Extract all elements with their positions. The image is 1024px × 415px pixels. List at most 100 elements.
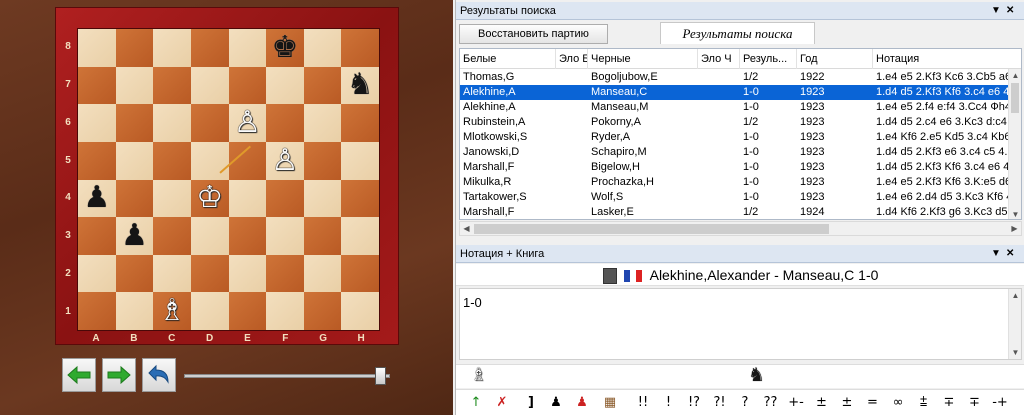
notation-text-area[interactable]: 1-0 ▲ ▼ [459,288,1022,360]
black-pawn-icon[interactable]: ♟ [548,393,564,413]
notation-scrollbar[interactable]: ▲ ▼ [1008,289,1021,359]
annotation-symbol-button[interactable]: ± [836,393,858,413]
square-b3[interactable]: ♟ [115,217,154,255]
square-g2[interactable] [303,254,342,293]
square-b5[interactable] [115,141,154,180]
restore-game-button[interactable]: Восстановить партию [459,24,608,44]
square-a2[interactable] [78,254,116,293]
square-g5[interactable] [303,141,342,180]
chess-board[interactable]: ♚ ♞ ♙ ♙ ♟ ♔ ♟ ♗ [77,28,380,331]
square-d2[interactable] [190,254,229,293]
square-f3[interactable] [266,217,304,255]
column-header[interactable]: Резуль... [740,49,797,69]
close-bracket-icon[interactable]: ] [526,393,536,413]
square-a6[interactable] [78,104,116,142]
square-c1[interactable]: ♗ [153,292,191,330]
square-b6[interactable] [115,104,154,142]
square-b7[interactable] [115,66,154,105]
square-b1[interactable] [115,292,154,330]
annotation-symbol-button[interactable]: = [862,393,884,413]
square-d4[interactable]: ♔ [190,179,229,218]
square-f2[interactable] [266,254,304,293]
scroll-left-icon[interactable]: ◀ [460,222,473,235]
square-f8[interactable]: ♚ [266,29,304,67]
table-row[interactable]: Mlotkowski,S Ryder,A 1-0 1923 1.e4 Kf6 2.e5 … [460,130,1011,145]
square-h4[interactable] [341,179,379,218]
panel-close-icon[interactable]: ✕ [1006,245,1014,263]
square-g7[interactable] [303,66,342,105]
delete-variation-icon[interactable]: ✗ [494,393,510,413]
square-f6[interactable] [266,104,304,142]
square-f4[interactable] [266,179,304,218]
square-a3[interactable] [78,217,116,255]
square-c4[interactable] [153,179,191,218]
square-e7[interactable] [228,66,267,105]
square-d1[interactable] [190,292,229,330]
column-header[interactable]: Белые [460,49,556,69]
square-d5[interactable] [190,141,229,180]
previous-move-button[interactable] [62,358,96,392]
black-king-icon[interactable]: ♚ [271,32,298,63]
scroll-right-icon[interactable]: ▶ [1008,222,1021,235]
square-e1[interactable] [228,292,267,330]
column-header[interactable]: Эло Б [556,49,588,69]
hscrollbar-thumb[interactable] [474,224,829,234]
scrollbar-thumb[interactable] [1011,83,1019,113]
white-pawn-icon[interactable]: ♙ [234,108,261,138]
annotation-symbol-button[interactable]: ⩲ [913,393,935,413]
panel-dropdown-icon[interactable]: ▼ [991,2,1001,20]
square-f7[interactable] [266,66,304,105]
square-f5[interactable]: ♙ [266,141,304,180]
annotation-symbol-button[interactable]: ∓ [938,393,960,413]
vertical-scrollbar[interactable]: ▲ ▼ [1008,69,1021,219]
annotation-symbol-button[interactable]: ? [734,393,756,413]
table-row[interactable]: Mikulka,R Prochazka,H 1-0 1923 1.e4 e5 2.Kf3… [460,175,1011,190]
square-g4[interactable] [303,179,342,218]
scroll-down-icon[interactable]: ▼ [1009,346,1022,359]
square-f1[interactable] [266,292,304,330]
annotation-symbol-button[interactable]: ∓ [964,393,986,413]
board-diagram-icon[interactable]: ▦ [602,393,618,413]
tab-search-results[interactable]: Результаты поиска [660,22,815,44]
square-e3[interactable] [228,217,267,255]
table-row[interactable]: Marshall,F Lasker,E 1/2 1924 1.d4 Kf6 2.Kf3 … [460,205,1010,219]
panel-close-icon[interactable]: ✕ [1006,2,1014,20]
square-h6[interactable] [341,104,379,142]
annotation-symbol-button[interactable]: +- [785,393,807,413]
square-e5[interactable] [228,141,267,180]
table-row[interactable]: Alekhine,A Manseau,M 1-0 1923 1.e4 e5 2.f4 e… [460,100,1011,115]
black-knight-icon[interactable]: ♞ [347,70,374,100]
square-e2[interactable] [228,254,267,293]
black-knight-icon[interactable]: ♞ [748,366,765,385]
square-h7[interactable]: ♞ [341,66,379,105]
table-row[interactable]: Marshall,F Bigelow,H 1-0 1923 1.d4 d5 2.Kf3 … [460,160,1010,175]
square-c8[interactable] [153,29,191,67]
square-b2[interactable] [115,254,154,293]
annotation-symbol-button[interactable]: ?! [709,393,731,413]
square-g3[interactable] [303,217,342,255]
column-header[interactable]: Год [797,49,873,69]
square-d7[interactable] [190,66,229,105]
square-e4[interactable] [228,179,267,218]
undo-move-button[interactable] [142,358,176,392]
next-move-button[interactable] [102,358,136,392]
square-a5[interactable] [78,141,116,180]
square-a4[interactable]: ♟ [78,179,116,218]
annotation-symbol-button[interactable]: !! [632,393,654,413]
scroll-up-icon[interactable]: ▲ [1009,69,1021,82]
square-a8[interactable] [78,29,116,67]
square-c3[interactable] [153,217,191,255]
table-row[interactable]: Thomas,G Bogoljubow,E 1/2 1922 1.e4 e5 2.Kf3… [460,70,1011,85]
square-b4[interactable] [115,179,154,218]
panel-dropdown-icon[interactable]: ▼ [991,245,1001,263]
annotation-symbol-button[interactable]: -+ [989,393,1011,413]
table-row[interactable]: Alekhine,A Manseau,C 1-0 1923 1.d4 d5 2.Kf3 … [460,85,1010,100]
annotation-symbol-button[interactable]: ?? [760,393,782,413]
square-g6[interactable] [303,104,342,142]
horizontal-scrollbar[interactable]: ◀ ▶ [459,221,1022,236]
square-c6[interactable] [153,104,191,142]
annotation-symbol-button[interactable]: ± [811,393,833,413]
annotation-symbol-button[interactable]: ∞ [887,393,909,413]
square-c5[interactable] [153,141,191,180]
black-pawn-icon[interactable]: ♟ [121,220,148,251]
